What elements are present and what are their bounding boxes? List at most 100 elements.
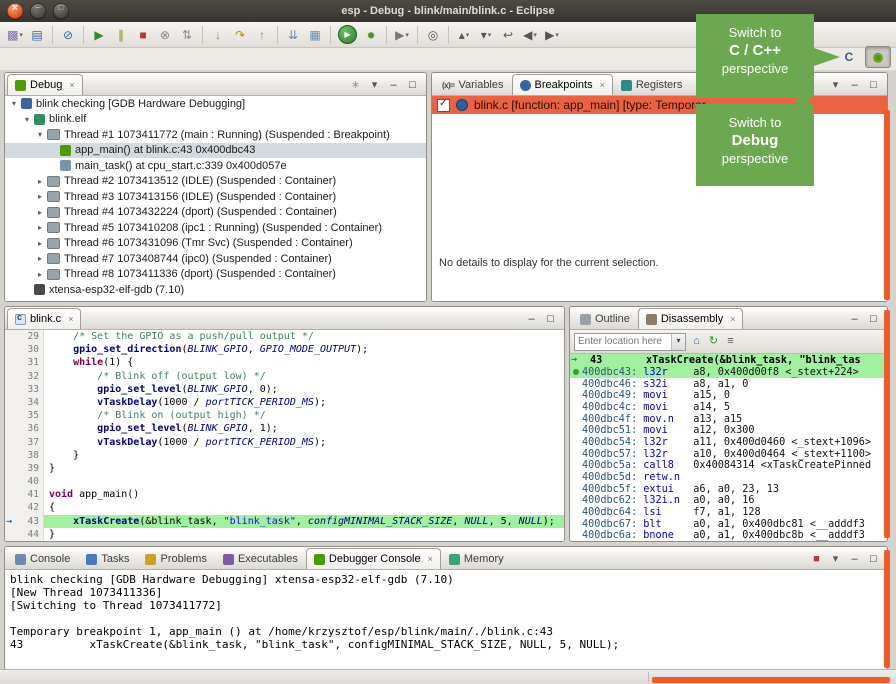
collapse-icon[interactable]: ▾ bbox=[8, 99, 20, 108]
debug-tree-item[interactable]: app_main() at blink.c:43 0x400dbc43 bbox=[5, 143, 426, 159]
terminate-icon[interactable]: ■ bbox=[133, 25, 153, 45]
tab-registers[interactable]: Registers bbox=[613, 74, 690, 95]
show-source-icon[interactable]: ≡ bbox=[724, 336, 737, 347]
tab-disassembly[interactable]: Disassembly× bbox=[638, 308, 744, 329]
breakpoint-row[interactable]: blink.c [function: app_main] [type: Temp… bbox=[432, 96, 887, 114]
location-input[interactable] bbox=[575, 336, 671, 347]
location-dropdown-icon[interactable] bbox=[671, 334, 685, 350]
breakpoint-label: blink.c [function: app_main] [type: Temp… bbox=[474, 98, 706, 112]
expand-icon[interactable]: ▸ bbox=[34, 239, 46, 248]
debug-tree-item[interactable]: ▾Thread #1 1073411772 (main : Running) (… bbox=[5, 127, 426, 143]
tab-debugger-console[interactable]: Debugger Console× bbox=[306, 548, 441, 569]
debug-icon[interactable]: ● bbox=[361, 25, 381, 45]
debug-tree-item[interactable]: ▾blink checking [GDB Hardware Debugging] bbox=[5, 96, 426, 112]
expand-icon[interactable]: ▸ bbox=[34, 270, 46, 279]
tab-tasks[interactable]: Tasks bbox=[78, 548, 137, 569]
debug-tree-item[interactable]: ▸Thread #7 1073408744 (ipc0) (Suspended … bbox=[5, 251, 426, 267]
debug-tree-item[interactable]: ▸Thread #6 1073431096 (Tmr Svc) (Suspend… bbox=[5, 236, 426, 252]
disassembly-source-line: 43xTaskCreate(&blink_task, "blink_tas bbox=[570, 354, 887, 367]
new-wizard-icon[interactable]: ▩ bbox=[5, 25, 25, 45]
debug-perspective-button[interactable]: ◉ bbox=[865, 46, 891, 68]
previous-annotation-icon[interactable]: ▴ bbox=[454, 25, 474, 45]
debug-tree-item[interactable]: xtensa-esp32-elf-gdb (7.10) bbox=[5, 282, 426, 298]
console-menu-icon[interactable]: ▾ bbox=[829, 554, 842, 565]
close-tab-icon[interactable]: × bbox=[730, 314, 735, 324]
collapse-icon[interactable]: ▾ bbox=[21, 115, 33, 124]
maximize-icon[interactable]: □ bbox=[867, 80, 880, 91]
minimize-icon[interactable]: – bbox=[848, 554, 861, 565]
vertical-scrollbar[interactable] bbox=[884, 110, 890, 300]
step-into-icon[interactable]: ↓ bbox=[208, 25, 228, 45]
kill-all-icon[interactable]: ⊗ bbox=[155, 25, 175, 45]
back-icon[interactable]: ◀ bbox=[520, 25, 540, 45]
close-tab-icon[interactable]: × bbox=[69, 80, 74, 90]
tab-breakpoints[interactable]: Breakpoints× bbox=[512, 74, 613, 95]
forward-icon[interactable]: ▶ bbox=[542, 25, 562, 45]
tab-debug[interactable]: Debug× bbox=[7, 74, 83, 95]
breakpoint-checkbox[interactable] bbox=[437, 99, 450, 112]
home-icon[interactable]: ⌂ bbox=[690, 336, 703, 347]
debug-tree[interactable]: ▾blink checking [GDB Hardware Debugging]… bbox=[5, 96, 426, 301]
tab-memory[interactable]: Memory bbox=[441, 548, 512, 569]
instruction-stepping-icon[interactable]: ▦ bbox=[305, 25, 325, 45]
maximize-icon[interactable]: □ bbox=[544, 314, 557, 325]
view-menu-icon[interactable]: ▾ bbox=[829, 80, 842, 91]
maximize-window-button[interactable] bbox=[53, 3, 69, 19]
tab-console[interactable]: Console bbox=[7, 548, 78, 569]
minimize-icon[interactable]: – bbox=[848, 314, 861, 325]
save-icon[interactable]: ▤ bbox=[27, 25, 47, 45]
maximize-icon[interactable]: □ bbox=[867, 314, 880, 325]
code-editor[interactable]: 29 /* Set the GPIO as a push/pull output… bbox=[5, 330, 564, 541]
minimize-icon[interactable]: – bbox=[387, 80, 400, 91]
debug-tree-item[interactable]: ▸Thread #2 1073413512 (IDLE) (Suspended … bbox=[5, 174, 426, 190]
debug-tree-item[interactable]: ▸Thread #5 1073410208 (ipc1 : Running) (… bbox=[5, 220, 426, 236]
tab-outline[interactable]: Outline bbox=[572, 308, 638, 329]
tab-variables[interactable]: (x)=Variables bbox=[434, 74, 512, 95]
refresh-icon[interactable]: ↻ bbox=[707, 336, 720, 347]
disassembly-listing[interactable]: 43xTaskCreate(&blink_task, "blink_tas400… bbox=[570, 354, 887, 541]
tab-blink-c[interactable]: blink.c × bbox=[7, 308, 81, 329]
vertical-scrollbar[interactable] bbox=[884, 310, 890, 538]
run-icon[interactable]: ▶ bbox=[338, 25, 357, 44]
skip-all-breakpoints-icon[interactable]: ⊘ bbox=[58, 25, 78, 45]
close-tab-icon[interactable]: × bbox=[68, 314, 73, 324]
terminate-icon[interactable]: ■ bbox=[810, 554, 823, 565]
remove-all-terminated-icon[interactable]: ∗ bbox=[349, 80, 362, 91]
debug-tree-item[interactable]: main_task() at cpu_start.c:339 0x400d057… bbox=[5, 158, 426, 174]
next-annotation-icon[interactable]: ▾ bbox=[476, 25, 496, 45]
tab-problems[interactable]: Problems bbox=[137, 548, 214, 569]
tab-executables[interactable]: Executables bbox=[215, 548, 306, 569]
close-tab-icon[interactable]: × bbox=[428, 554, 433, 564]
last-edit-location-icon[interactable]: ↩ bbox=[498, 25, 518, 45]
minimize-icon[interactable]: – bbox=[525, 314, 538, 325]
maximize-icon[interactable]: □ bbox=[406, 80, 419, 91]
debug-tree-item[interactable]: ▸Thread #4 1073432224 (dport) (Suspended… bbox=[5, 205, 426, 221]
external-tools-icon[interactable]: ▶ bbox=[392, 25, 412, 45]
minimize-window-button[interactable] bbox=[30, 3, 46, 19]
debug-tree-item[interactable]: ▸Thread #3 1073413156 (IDLE) (Suspended … bbox=[5, 189, 426, 205]
debug-tree-item[interactable]: ▸Thread #8 1073411336 (dport) (Suspended… bbox=[5, 267, 426, 283]
close-tab-icon[interactable]: × bbox=[600, 80, 605, 90]
horizontal-scrollbar[interactable] bbox=[652, 677, 890, 683]
minimize-icon[interactable]: – bbox=[848, 80, 861, 91]
console-output[interactable]: blink checking [GDB Hardware Debugging] … bbox=[5, 570, 887, 669]
close-window-button[interactable] bbox=[7, 3, 23, 19]
tab-label: blink.c bbox=[30, 313, 61, 325]
expand-icon[interactable]: ▸ bbox=[34, 192, 46, 201]
suspend-icon[interactable]: ∥ bbox=[111, 25, 131, 45]
debug-tree-item[interactable]: ▾blink.elf bbox=[5, 112, 426, 128]
expand-icon[interactable]: ▸ bbox=[34, 254, 46, 263]
view-menu-icon[interactable]: ▾ bbox=[368, 80, 381, 91]
collapse-icon[interactable]: ▾ bbox=[34, 130, 46, 139]
expand-icon[interactable]: ▸ bbox=[34, 177, 46, 186]
drop-to-frame-icon[interactable]: ⇊ bbox=[283, 25, 303, 45]
expand-icon[interactable]: ▸ bbox=[34, 223, 46, 232]
maximize-icon[interactable]: □ bbox=[867, 554, 880, 565]
vertical-scrollbar[interactable] bbox=[884, 550, 890, 668]
step-over-icon[interactable]: ↷ bbox=[230, 25, 250, 45]
search-icon[interactable]: ◎ bbox=[423, 25, 443, 45]
step-return-icon[interactable]: ↑ bbox=[252, 25, 272, 45]
disconnect-icon[interactable]: ⇅ bbox=[177, 25, 197, 45]
resume-icon[interactable]: ▶ bbox=[89, 25, 109, 45]
expand-icon[interactable]: ▸ bbox=[34, 208, 46, 217]
